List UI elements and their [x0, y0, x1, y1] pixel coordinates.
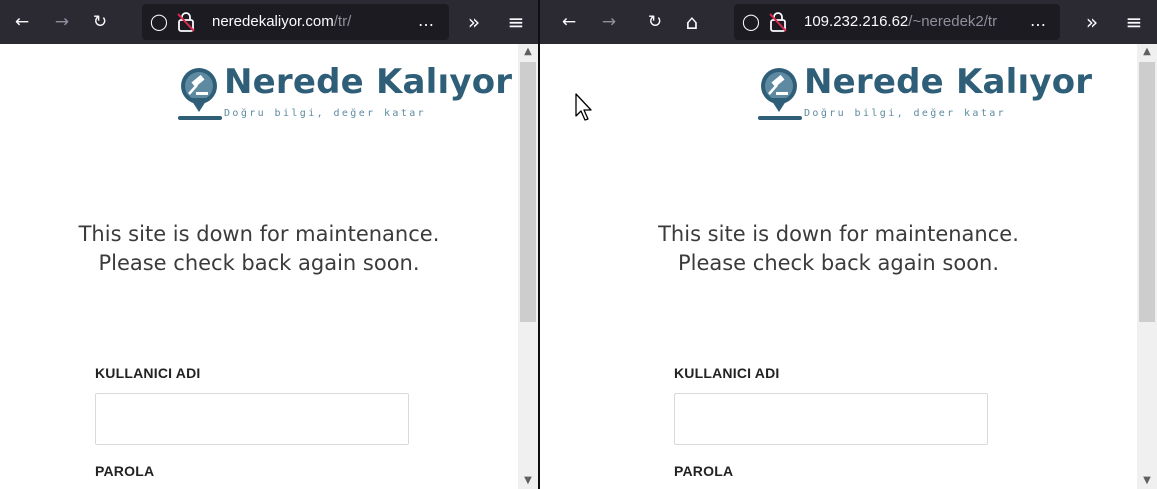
page-actions-icon[interactable]: … [1030, 4, 1047, 40]
page-viewport: Nerede Kalıyor Doğru bilgi, değer katar … [540, 44, 1137, 489]
url-bar[interactable]: ◯ neredekaliyor.com/tr/ … [142, 4, 449, 40]
password-label: PAROLA [95, 463, 155, 479]
menu-icon[interactable]: ≡ [502, 8, 530, 36]
browser-window-right: ← → ↻ ⌂ ◯ 109.232.216.62/~neredek2/tr … … [540, 0, 1157, 489]
logo-title: Nerede Kalıyor [224, 62, 513, 102]
reload-icon[interactable]: ↻ [86, 8, 114, 36]
username-label: KULLANICI ADI [674, 365, 780, 381]
maintenance-line-2: Please check back again soon. [677, 251, 1000, 275]
logo-tagline: Doğru bilgi, değer katar [804, 108, 1007, 119]
extensions-chevron-icon[interactable]: » [460, 8, 488, 36]
forward-icon[interactable]: → [48, 8, 76, 36]
url-bar[interactable]: ◯ 109.232.216.62/~neredek2/tr … [734, 4, 1060, 40]
maintenance-line-2: Please check back again soon. [98, 251, 420, 275]
back-icon[interactable]: ← [8, 8, 36, 36]
username-label: KULLANICI ADI [95, 365, 201, 381]
browser-toolbar: ← → ↻ ◯ neredekaliyor.com/tr/ … » ≡ [0, 0, 538, 44]
gavel-pin-icon [178, 68, 222, 120]
scroll-down-arrow-icon[interactable]: ▼ [1137, 473, 1157, 489]
forward-icon[interactable]: → [595, 8, 623, 36]
username-input[interactable] [674, 393, 988, 445]
maintenance-line-1: This site is down for maintenance. [78, 222, 440, 246]
mouse-cursor-icon [575, 93, 592, 121]
browser-window-left: ← → ↻ ◯ neredekaliyor.com/tr/ … » ≡ Nere… [0, 0, 538, 489]
scroll-up-arrow-icon[interactable]: ▲ [518, 44, 538, 60]
logo-tagline: Doğru bilgi, değer katar [224, 108, 427, 119]
tracking-shield-icon[interactable]: ◯ [150, 12, 168, 32]
url-text[interactable]: 109.232.216.62/~neredek2/tr [804, 4, 1020, 40]
scroll-up-arrow-icon[interactable]: ▲ [1137, 44, 1157, 60]
url-text[interactable]: neredekaliyor.com/tr/ [212, 4, 388, 40]
browser-toolbar: ← → ↻ ⌂ ◯ 109.232.216.62/~neredek2/tr … … [540, 0, 1157, 44]
maintenance-message: This site is down for maintenance. Pleas… [0, 220, 518, 278]
scrollbar-thumb[interactable] [520, 62, 536, 322]
maintenance-line-1: This site is down for maintenance. [658, 222, 1019, 246]
home-icon[interactable]: ⌂ [678, 8, 706, 36]
scrollbar-thumb[interactable] [1139, 62, 1155, 322]
page-actions-icon[interactable]: … [418, 4, 435, 40]
insecure-lock-icon[interactable] [768, 11, 788, 33]
logo-title: Nerede Kalıyor [804, 62, 1093, 102]
vertical-scrollbar[interactable]: ▲ ▼ [1137, 44, 1157, 489]
menu-icon[interactable]: ≡ [1120, 8, 1148, 36]
maintenance-message: This site is down for maintenance. Pleas… [540, 220, 1137, 278]
gavel-pin-icon [758, 68, 802, 120]
page-viewport: Nerede Kalıyor Doğru bilgi, değer katar … [0, 44, 518, 489]
reload-icon[interactable]: ↻ [641, 8, 669, 36]
extensions-chevron-icon[interactable]: » [1078, 8, 1106, 36]
tracking-shield-icon[interactable]: ◯ [742, 12, 760, 32]
password-label: PAROLA [674, 463, 734, 479]
username-input[interactable] [95, 393, 409, 445]
scroll-down-arrow-icon[interactable]: ▼ [518, 473, 538, 489]
vertical-scrollbar[interactable]: ▲ ▼ [518, 44, 538, 489]
back-icon[interactable]: ← [555, 8, 583, 36]
insecure-lock-icon[interactable] [176, 11, 196, 33]
